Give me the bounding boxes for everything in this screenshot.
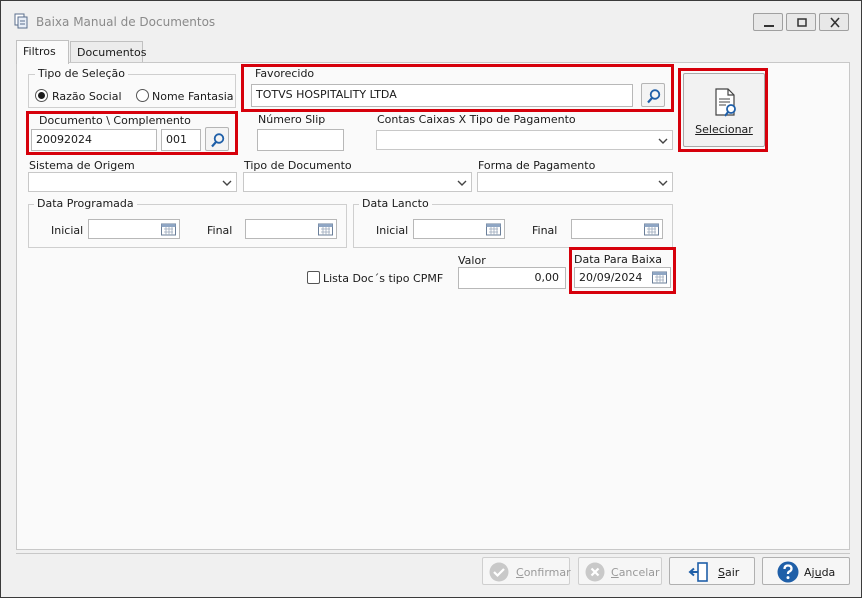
- calendar-icon[interactable]: [161, 223, 176, 236]
- check-icon: [489, 562, 509, 582]
- ajuda-pre: Aj: [804, 566, 815, 579]
- ajuda-label: Ajuda: [804, 566, 835, 579]
- sistema-origem-label: Sistema de Origem: [29, 159, 135, 172]
- ajuda-mnemonic: u: [814, 566, 822, 579]
- favorecido-highlight: [241, 64, 674, 112]
- valor-input[interactable]: 0,00: [458, 267, 566, 289]
- window-title: Baixa Manual de Documentos: [36, 15, 216, 29]
- nome-fantasia-label: Nome Fantasia: [152, 90, 234, 103]
- nome-fantasia-radio[interactable]: [136, 89, 149, 102]
- data-lancto-final-input[interactable]: [571, 219, 663, 239]
- help-icon: [777, 561, 799, 583]
- data-programada-legend: Data Programada: [34, 197, 137, 210]
- cpmf-checkbox[interactable]: [307, 271, 320, 284]
- confirmar-label: Confirmar: [516, 566, 571, 579]
- exit-icon: [688, 562, 708, 582]
- contas-select[interactable]: [376, 130, 673, 150]
- calendar-icon[interactable]: [318, 223, 333, 236]
- data-programada-inicial-label: Inicial: [51, 224, 84, 237]
- data-lancto-final-label: Final: [532, 224, 558, 237]
- data-lancto-inicial-label: Inicial: [376, 224, 409, 237]
- confirmar-rest: onfirmar: [523, 566, 571, 579]
- data-programada-final-label: Final: [207, 224, 233, 237]
- tipo-documento-label: Tipo de Documento: [244, 159, 352, 172]
- maximize-button[interactable]: [786, 13, 816, 31]
- cancelar-rest: ancelar: [618, 566, 660, 579]
- valor-label: Valor: [458, 254, 486, 267]
- sair-label: Sair: [718, 566, 739, 579]
- sair-rest: air: [724, 566, 740, 579]
- cancel-icon: [585, 562, 605, 582]
- app-icon: [12, 12, 30, 30]
- confirmar-mnemonic: C: [516, 566, 524, 579]
- cancelar-label: Cancelar: [611, 566, 660, 579]
- tab-label: Documentos: [77, 46, 147, 59]
- calendar-icon[interactable]: [644, 223, 659, 236]
- razao-social-radio[interactable]: [35, 89, 48, 102]
- close-icon: [830, 17, 840, 28]
- chevron-down-icon: [658, 138, 668, 144]
- data-lancto-legend: Data Lancto: [359, 197, 432, 210]
- ajuda-rest: da: [821, 566, 836, 579]
- minimize-button[interactable]: [753, 13, 783, 31]
- tab-documentos[interactable]: Documentos: [70, 41, 147, 63]
- data-programada-inicial-input[interactable]: [88, 219, 180, 239]
- forma-pagamento-label: Forma de Pagamento: [478, 159, 596, 172]
- data-baixa-highlight: [569, 247, 676, 294]
- window: Baixa Manual de Documentos Filtros Docum…: [0, 0, 862, 598]
- sair-mnemonic: S: [718, 566, 725, 579]
- documento-highlight: [26, 111, 238, 155]
- minimize-icon: [764, 25, 774, 27]
- tab-label: Filtros: [23, 45, 56, 58]
- selecionar-highlight: [678, 68, 768, 152]
- tab-filtros[interactable]: Filtros: [16, 40, 69, 64]
- chevron-down-icon: [222, 180, 232, 186]
- footer-divider: [16, 553, 850, 554]
- title-bar: Baixa Manual de Documentos: [1, 1, 861, 41]
- forma-pagamento-select[interactable]: [477, 172, 673, 192]
- numero-slip-input[interactable]: [257, 129, 344, 151]
- data-programada-final-input[interactable]: [245, 219, 337, 239]
- cancelar-mnemonic: C: [611, 566, 619, 579]
- close-button[interactable]: [819, 13, 849, 31]
- razao-social-label: Razão Social: [52, 90, 122, 103]
- tipo-documento-select[interactable]: [243, 172, 472, 192]
- chevron-down-icon: [457, 180, 467, 186]
- tipo-selecao-legend: Tipo de Seleção: [35, 67, 128, 80]
- cpmf-label: Lista Doc´s tipo CPMF: [323, 272, 444, 285]
- ajuda-button[interactable]: Ajuda: [762, 557, 850, 585]
- data-lancto-inicial-input[interactable]: [413, 219, 505, 239]
- contas-label: Contas Caixas X Tipo de Pagamento: [377, 113, 576, 126]
- chevron-down-icon: [658, 180, 668, 186]
- cancelar-button[interactable]: Cancelar: [578, 557, 662, 585]
- numero-slip-label: Número Slip: [258, 113, 326, 126]
- sistema-origem-select[interactable]: [28, 172, 237, 192]
- confirmar-button[interactable]: Confirmar: [482, 557, 571, 585]
- maximize-icon: [797, 18, 807, 27]
- calendar-icon[interactable]: [486, 223, 501, 236]
- sair-button[interactable]: Sair: [669, 557, 755, 585]
